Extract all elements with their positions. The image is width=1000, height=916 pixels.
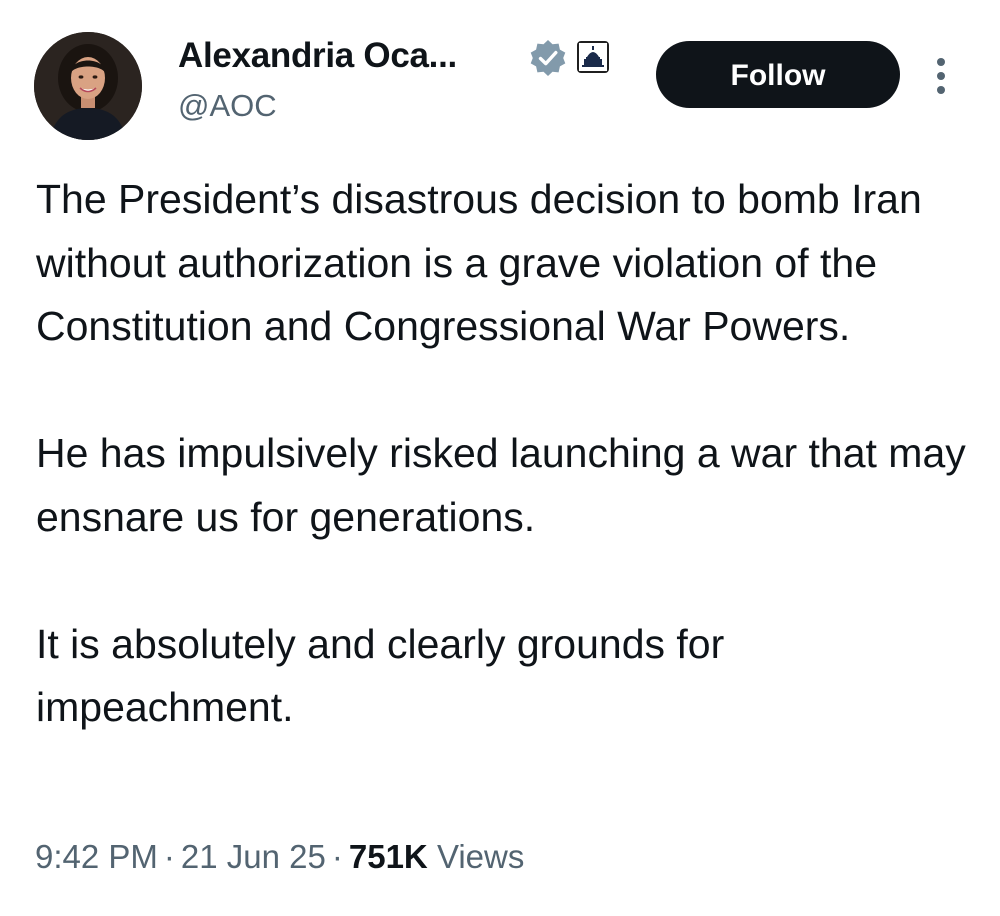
follow-button[interactable]: Follow <box>656 41 900 108</box>
tweet-date[interactable]: 21 Jun 25 <box>181 838 326 875</box>
display-name[interactable]: Alexandria Oca... <box>178 36 457 76</box>
views-count[interactable]: 751K <box>349 838 428 875</box>
more-vertical-icon[interactable] <box>928 54 954 98</box>
tweet-paragraph: It is absolutely and clearly grounds for… <box>36 620 725 731</box>
avatar[interactable] <box>34 32 142 140</box>
capitol-building-icon[interactable] <box>577 41 609 73</box>
tweet-text: The President’s disastrous decision to b… <box>36 168 976 740</box>
views-label[interactable]: Views <box>437 838 524 875</box>
verified-badge-icon[interactable] <box>528 38 568 78</box>
user-handle[interactable]: @AOC <box>178 88 277 124</box>
tweet-time[interactable]: 9:42 PM <box>35 838 158 875</box>
tweet-paragraph: The President’s disastrous decision to b… <box>36 176 922 349</box>
tweet-metadata: 9:42 PM · 21 Jun 25 · 751K Views <box>35 838 524 876</box>
separator-dot: · <box>331 838 343 875</box>
separator-dot: · <box>163 838 175 875</box>
tweet-paragraph: He has impulsively risked launching a wa… <box>36 430 966 540</box>
profile-photo <box>34 32 142 140</box>
